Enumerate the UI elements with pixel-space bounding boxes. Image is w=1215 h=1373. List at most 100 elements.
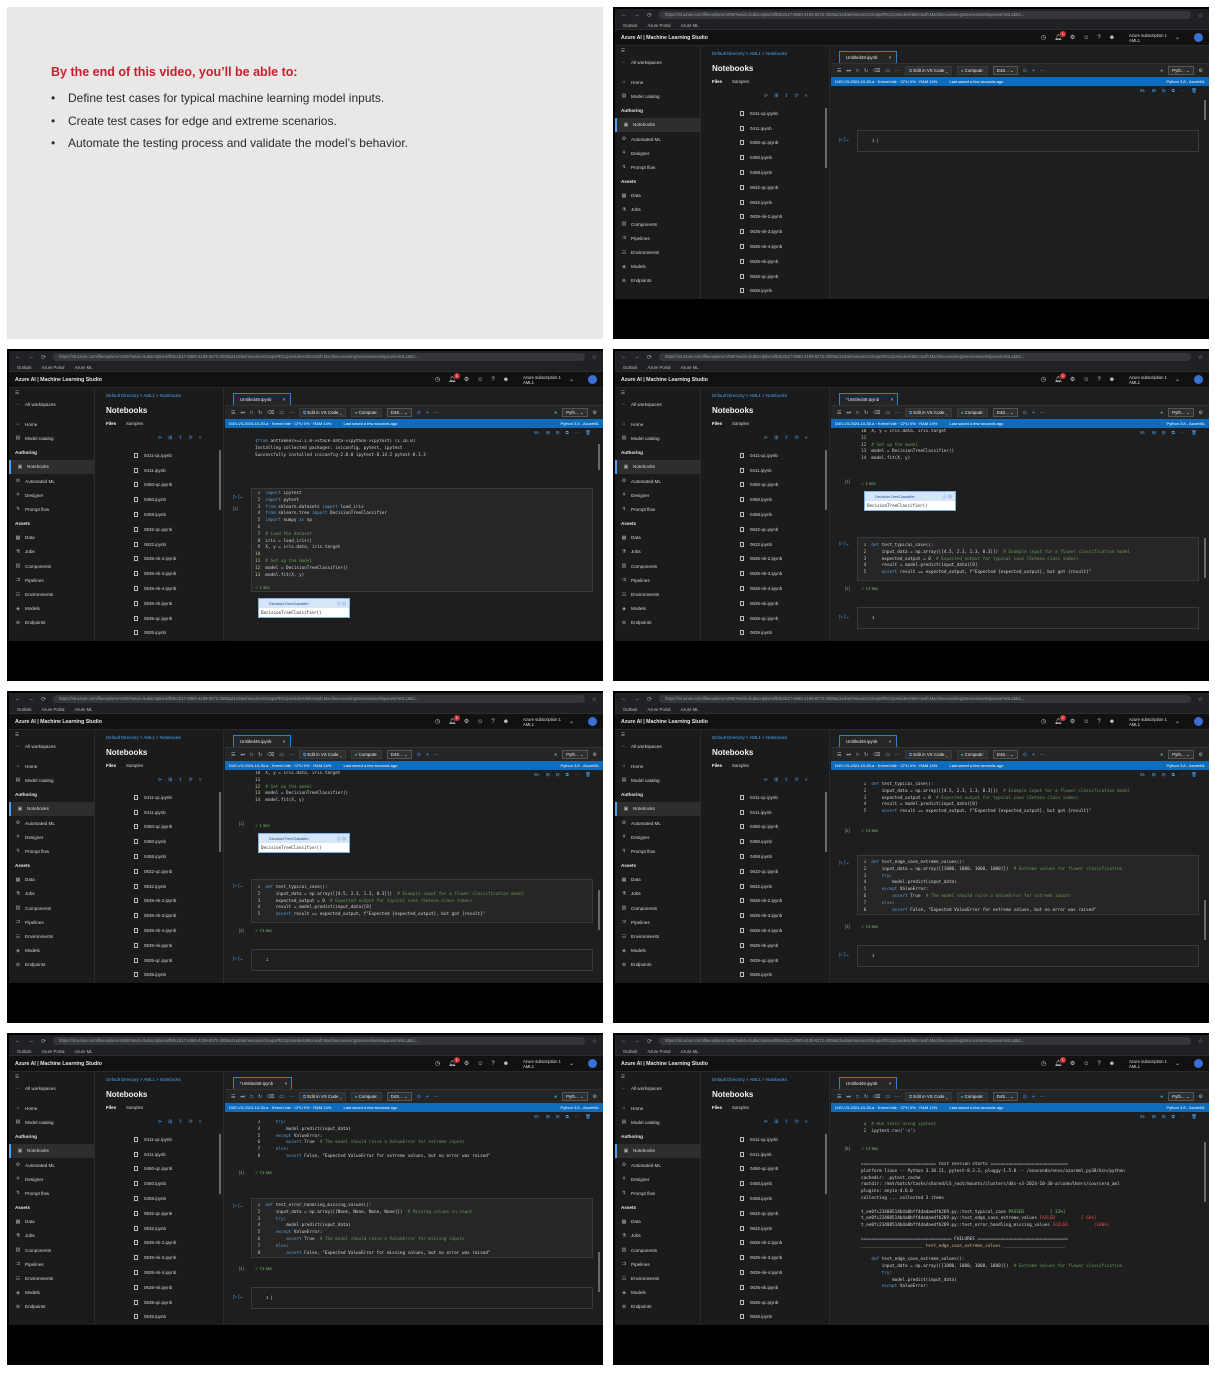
file-item[interactable]: 0635-nk-3.ipynb [740, 566, 782, 581]
file-item[interactable]: 0450.ipynb [134, 492, 176, 507]
subscription-selector[interactable]: Azure subscription 1 AML1 [1129, 33, 1167, 43]
nav-item-models[interactable]: ◈ Models [615, 1286, 700, 1300]
hamburger-icon[interactable]: ☰ [9, 388, 94, 397]
file-item[interactable]: 0635-nk.ipynb [134, 596, 176, 611]
file-item[interactable]: 0635-nk-2.ipynb [134, 1236, 176, 1251]
terminal-icon[interactable]: ⊳ [764, 777, 768, 783]
settings-icon[interactable]: ⚙ [464, 718, 469, 725]
avatar[interactable] [588, 717, 597, 726]
address-bar[interactable]: https://ml.azure.com/fileexplorerAzNB?ws… [659, 11, 1191, 19]
add-file-icon[interactable]: ⊞ [168, 777, 172, 783]
run-cell-icon[interactable]: ▷ |⌄ [839, 137, 850, 143]
upload-icon[interactable]: ⇪ [178, 435, 182, 441]
compute-details-icon[interactable]: ⊙ [417, 752, 421, 758]
nav-item-home[interactable]: ⌂ Home [9, 417, 94, 431]
reload-icon[interactable]: ⟳ [41, 354, 46, 361]
tab-files[interactable]: Files [712, 763, 722, 768]
chevron-down-icon[interactable]: ⌄ [1175, 718, 1180, 725]
settings-icon[interactable]: ⚙ [1199, 410, 1203, 416]
file-item[interactable]: 0411.ipynb [134, 805, 176, 820]
reload-icon[interactable]: ⟳ [647, 1038, 652, 1045]
empty-code-cell[interactable]: 1 | [251, 1287, 593, 1309]
bookmark-outlook[interactable]: Outlook [623, 23, 637, 28]
refresh-icon[interactable]: ⟳ [189, 435, 193, 441]
back-icon[interactable]: ← [15, 354, 21, 360]
help-icon[interactable]: ? [491, 1061, 494, 1067]
close-icon[interactable]: × [889, 52, 892, 63]
stop-icon[interactable]: □ [250, 752, 253, 758]
split-icon[interactable]: ⧉ [1172, 772, 1175, 778]
kernel-dropdown[interactable]: Pyth... ⌄ [1168, 1092, 1194, 1101]
compute-selector[interactable]: ● Compute: [350, 408, 382, 417]
add-icon[interactable]: + [1032, 68, 1035, 74]
file-item[interactable]: 0411.ipynb [740, 805, 782, 820]
breadcrumb[interactable]: Default Directory > AML1 > Notebooks [106, 393, 181, 398]
tab-notebook[interactable]: Untitled49.ipynb × [839, 51, 897, 63]
edit-in-vscode-button[interactable]: ⧉ Edit in VS Code ⌄ [299, 408, 346, 417]
code-block[interactable]: 1 import ipytest 2 import pytest 3 from … [255, 491, 591, 579]
add-file-icon[interactable]: ⊞ [774, 777, 778, 783]
file-item[interactable]: 0458.ipynb [740, 165, 782, 180]
nav-item-pipelines[interactable]: ⇉ Pipelines [9, 1257, 94, 1271]
restart-icon[interactable]: ↻ [864, 410, 868, 416]
breadcrumb[interactable]: Default Directory > AML1 > Notebooks [712, 735, 787, 740]
nav-item-models[interactable]: ◈ Models [615, 602, 700, 616]
collapse-icon[interactable]: « [199, 777, 202, 783]
save-icon[interactable]: ▭ [885, 752, 890, 758]
star-icon[interactable]: ☆ [1198, 12, 1203, 19]
menu-icon[interactable]: ☰ [231, 410, 235, 416]
file-item[interactable]: 0632-qc.ipynb [740, 864, 782, 879]
file-item[interactable]: 0450.ipynb [740, 150, 782, 165]
compute-selector[interactable]: ● Compute: [956, 1092, 988, 1101]
nav-item-all-workspaces[interactable]: ← All workspaces [615, 1081, 700, 1095]
add-icon[interactable]: + [426, 410, 429, 416]
history-icon[interactable]: ◷ [1041, 1060, 1046, 1067]
address-bar[interactable]: https://ml.azure.com/fileexplorerAzNB?ws… [53, 1037, 585, 1045]
refresh-icon[interactable]: ⟳ [795, 435, 799, 441]
tab-files[interactable]: Files [712, 79, 722, 84]
stop-icon[interactable]: □ [856, 1094, 859, 1100]
run-all-icon[interactable]: ⏭ [240, 752, 245, 758]
compute-details-icon[interactable]: ⊙ [1023, 68, 1027, 74]
file-item[interactable]: 0635-nk.ipynb [134, 1280, 176, 1295]
restart-icon[interactable]: ↻ [258, 410, 262, 416]
scrollbar[interactable] [825, 1134, 827, 1194]
avatar[interactable] [588, 375, 597, 384]
add-file-icon[interactable]: ⊞ [774, 435, 778, 441]
star-icon[interactable]: ☆ [1198, 354, 1203, 361]
breadcrumb[interactable]: Default Directory > AML1 > Notebooks [712, 51, 787, 56]
bookmark-azure-portal[interactable]: Azure Portal [41, 365, 64, 370]
account-icon[interactable]: ☻ [503, 719, 509, 725]
add-icon[interactable]: + [1032, 752, 1035, 758]
forward-icon[interactable]: → [28, 354, 34, 360]
avatar[interactable] [1194, 33, 1203, 42]
close-icon[interactable]: × [283, 394, 286, 405]
run-cell-icon[interactable]: ▷ |⌄ [839, 952, 850, 958]
file-item[interactable]: 0635-qc.ipynb [740, 269, 782, 284]
terminal-icon[interactable]: ⊳ [158, 435, 162, 441]
run-all-icon[interactable]: ⏭ [846, 1094, 851, 1100]
scrollbar[interactable] [1204, 538, 1206, 578]
file-item[interactable]: 0635-nk-3.ipynb [740, 224, 782, 239]
file-item[interactable]: 0635-nk-3.ipynb [740, 908, 782, 923]
nav-item-prompt-flow[interactable]: ↯ Prompt flow [615, 1186, 700, 1200]
subscription-selector[interactable]: Azure subscription 1 AML1 [523, 375, 561, 385]
chevron-down-icon[interactable]: ⌄ [1175, 1060, 1180, 1067]
compute-dropdown[interactable]: D4S... ⌄ [992, 408, 1018, 417]
help-icon[interactable]: ? [1097, 377, 1100, 383]
output-box[interactable]: DecisionTreeClassifier ⓘ ⊙ DecisionTreeCl… [258, 833, 350, 853]
terminal-icon[interactable]: ⊳ [764, 435, 768, 441]
upload-icon[interactable]: ⇪ [784, 1119, 788, 1125]
empty-code-cell[interactable]: 1 [857, 945, 1199, 967]
nav-item-notebooks[interactable]: ▣ Notebooks [9, 801, 94, 816]
compute-dropdown[interactable]: D4S... ⌄ [386, 750, 412, 759]
file-item[interactable]: 0411-qc.ipynb [740, 790, 782, 805]
lock-icon[interactable]: ⊟ [1162, 1114, 1166, 1120]
file-item[interactable]: 0458.ipynb [134, 507, 176, 522]
nav-item-all-workspaces[interactable]: ← All workspaces [9, 397, 94, 411]
delete-icon[interactable]: 🗑︎ [1191, 88, 1197, 94]
refresh-icon[interactable]: ⟳ [795, 1119, 799, 1125]
collapse-icon[interactable]: « [805, 93, 808, 99]
close-icon[interactable]: × [889, 1078, 892, 1089]
menu-icon[interactable]: ☰ [231, 1094, 235, 1100]
